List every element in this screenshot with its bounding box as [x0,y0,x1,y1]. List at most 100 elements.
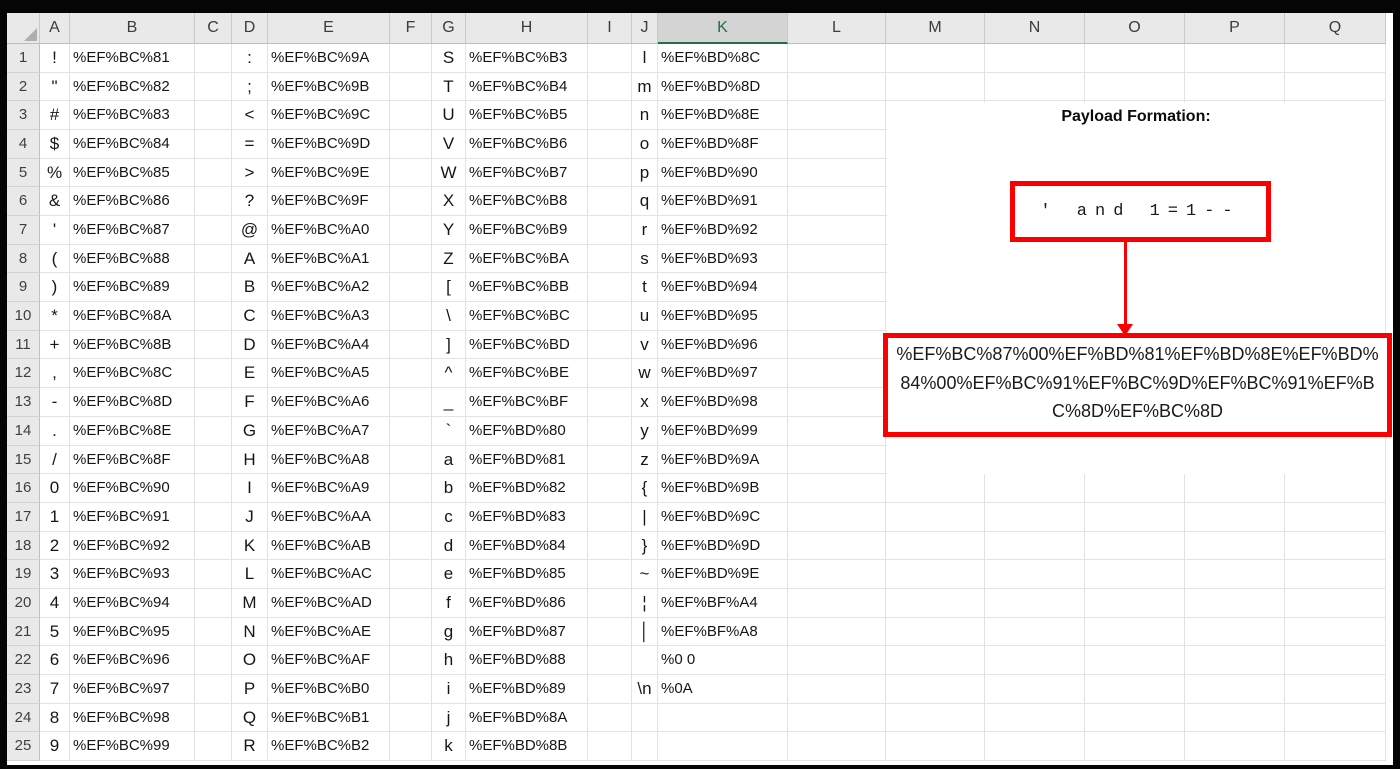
cell-E5[interactable]: %EF%BC%9E [268,158,390,188]
cell-I2[interactable] [588,72,632,102]
cell-L4[interactable] [788,130,886,159]
cell-A9[interactable]: ) [40,273,70,303]
row-header-20[interactable]: 20 [7,588,40,618]
cell-F3[interactable] [390,101,432,131]
cell-K5[interactable]: %EF%BD%90 [658,158,788,188]
cell-O21[interactable] [1085,617,1185,647]
cell-C19[interactable] [195,560,232,589]
cell-O2[interactable] [1085,72,1185,102]
cell-O25[interactable] [1085,732,1185,761]
cell-C1[interactable] [195,44,232,73]
row-header-3[interactable]: 3 [7,101,40,131]
cell-G9[interactable]: [ [432,273,466,303]
cell-F9[interactable] [390,273,432,303]
cell-D25[interactable]: R [232,732,268,761]
row-header-6[interactable]: 6 [7,187,40,217]
cell-L8[interactable] [788,244,886,274]
cell-J2[interactable]: m [632,72,658,102]
cell-I5[interactable] [588,158,632,188]
row-header-24[interactable]: 24 [7,703,40,733]
cell-I17[interactable] [588,502,632,532]
cell-J1[interactable]: l [632,44,658,73]
cell-F5[interactable] [390,158,432,188]
cell-A20[interactable]: 4 [40,588,70,618]
cell-M24[interactable] [886,703,985,733]
cell-J23[interactable]: \n [632,674,658,704]
cell-F19[interactable] [390,560,432,589]
cell-J10[interactable]: u [632,302,658,331]
col-header-O[interactable]: O [1085,13,1185,44]
cell-D7[interactable]: @ [232,216,268,245]
cell-I24[interactable] [588,703,632,733]
cell-C6[interactable] [195,187,232,217]
row-header-15[interactable]: 15 [7,445,40,475]
cell-E15[interactable]: %EF%BC%A8 [268,445,390,475]
cell-A1[interactable]: ! [40,44,70,73]
cell-J9[interactable]: t [632,273,658,303]
cell-J4[interactable]: o [632,130,658,159]
cell-D20[interactable]: M [232,588,268,618]
cell-Q2[interactable] [1285,72,1386,102]
cell-I1[interactable] [588,44,632,73]
cell-G24[interactable]: j [432,703,466,733]
cell-E8[interactable]: %EF%BC%A1 [268,244,390,274]
cell-A8[interactable]: ( [40,244,70,274]
cell-O1[interactable] [1085,44,1185,73]
row-header-22[interactable]: 22 [7,646,40,675]
row-header-16[interactable]: 16 [7,474,40,503]
cell-J18[interactable]: } [632,531,658,561]
cell-C2[interactable] [195,72,232,102]
cell-F21[interactable] [390,617,432,647]
cell-C5[interactable] [195,158,232,188]
cell-O24[interactable] [1085,703,1185,733]
cell-D22[interactable]: O [232,646,268,675]
cell-E14[interactable]: %EF%BC%A7 [268,416,390,446]
cell-H21[interactable]: %EF%BD%87 [466,617,588,647]
row-header-23[interactable]: 23 [7,674,40,704]
cell-J19[interactable]: ~ [632,560,658,589]
cell-G16[interactable]: b [432,474,466,503]
cell-A14[interactable]: . [40,416,70,446]
cell-E7[interactable]: %EF%BC%A0 [268,216,390,245]
cell-H6[interactable]: %EF%BC%B8 [466,187,588,217]
cell-M19[interactable] [886,560,985,589]
cell-F23[interactable] [390,674,432,704]
cell-E19[interactable]: %EF%BC%AC [268,560,390,589]
cell-D23[interactable]: P [232,674,268,704]
cell-I3[interactable] [588,101,632,131]
col-header-J[interactable]: J [632,13,658,44]
cell-B22[interactable]: %EF%BC%96 [70,646,195,675]
cell-N18[interactable] [985,531,1085,561]
cell-Q18[interactable] [1285,531,1386,561]
cell-H19[interactable]: %EF%BD%85 [466,560,588,589]
cell-D5[interactable]: > [232,158,268,188]
cell-F12[interactable] [390,359,432,389]
cell-J8[interactable]: s [632,244,658,274]
cell-A10[interactable]: * [40,302,70,331]
cell-H8[interactable]: %EF%BC%BA [466,244,588,274]
cell-L23[interactable] [788,674,886,704]
cell-B9[interactable]: %EF%BC%89 [70,273,195,303]
cell-L17[interactable] [788,502,886,532]
cell-N21[interactable] [985,617,1085,647]
cell-P20[interactable] [1185,588,1285,618]
cell-B19[interactable]: %EF%BC%93 [70,560,195,589]
cell-P16[interactable] [1185,474,1285,503]
cell-N24[interactable] [985,703,1085,733]
cell-F17[interactable] [390,502,432,532]
cell-J6[interactable]: q [632,187,658,217]
cell-M2[interactable] [886,72,985,102]
cell-B12[interactable]: %EF%BC%8C [70,359,195,389]
cell-G2[interactable]: T [432,72,466,102]
cell-G22[interactable]: h [432,646,466,675]
cell-M17[interactable] [886,502,985,532]
cell-D11[interactable]: D [232,330,268,360]
cell-F18[interactable] [390,531,432,561]
row-header-17[interactable]: 17 [7,502,40,532]
cell-I19[interactable] [588,560,632,589]
cell-O19[interactable] [1085,560,1185,589]
cell-A18[interactable]: 2 [40,531,70,561]
cell-L10[interactable] [788,302,886,331]
cell-K21[interactable]: %EF%BF%A8 [658,617,788,647]
cell-J5[interactable]: p [632,158,658,188]
